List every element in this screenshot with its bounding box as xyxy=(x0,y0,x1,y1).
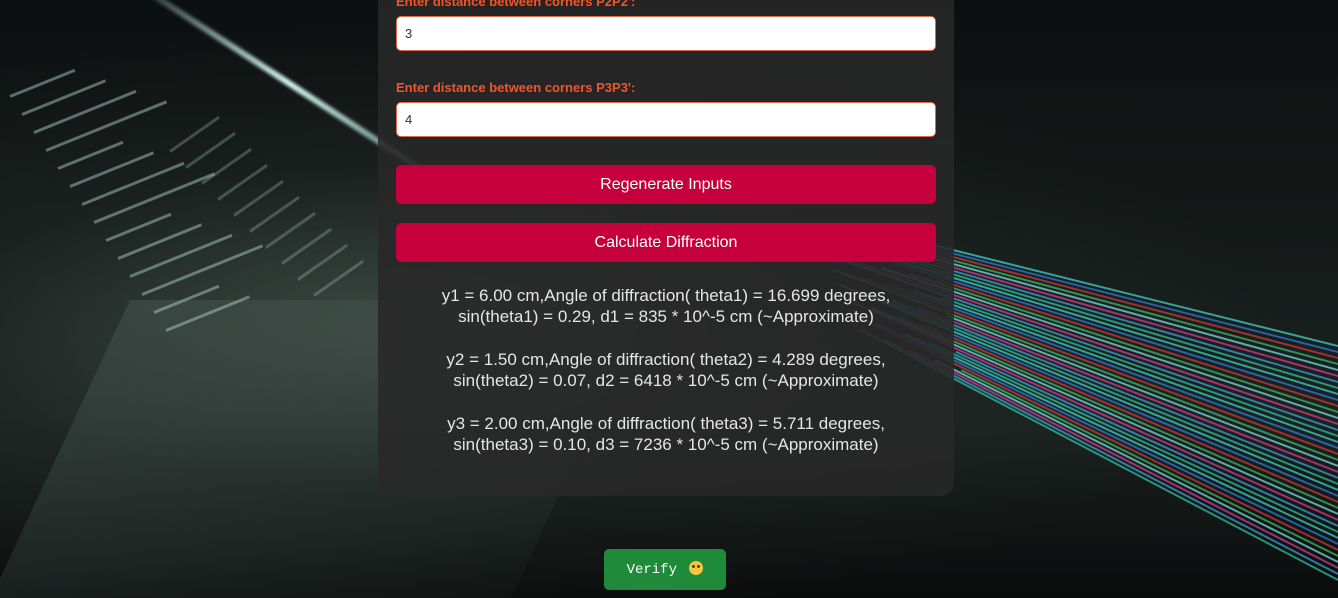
background-stripe xyxy=(141,244,264,296)
background-stripe xyxy=(93,172,216,224)
regenerate-inputs-button[interactable]: Regenerate Inputs xyxy=(396,165,936,204)
p3-distance-input[interactable] xyxy=(396,102,936,137)
result-3-line-2: sin(theta3) = 0.10, d3 = 7236 * 10^-5 cm… xyxy=(453,435,879,454)
result-block-2: y2 = 1.50 cm,Angle of diffraction( theta… xyxy=(380,349,952,391)
background-stripe xyxy=(45,100,168,152)
result-1-line-1: y1 = 6.00 cm,Angle of diffraction( theta… xyxy=(441,286,891,305)
p3-distance-label: Enter distance between corners P3P3': xyxy=(396,80,636,95)
calculate-diffraction-button[interactable]: Calculate Diffraction xyxy=(396,223,936,262)
result-1-line-2: sin(theta1) = 0.29, d1 = 835 * 10^-5 cm … xyxy=(458,307,874,326)
p2-distance-label: Enter distance between corners P2P2': xyxy=(396,0,636,9)
result-2-line-2: sin(theta2) = 0.07, d2 = 6418 * 10^-5 cm… xyxy=(453,371,879,390)
background-stripe xyxy=(57,140,124,170)
p2-distance-input[interactable] xyxy=(396,16,936,51)
background-stripe xyxy=(105,212,172,242)
background-stripe xyxy=(9,68,76,98)
background-stripe xyxy=(81,161,185,206)
result-block-1: y1 = 6.00 cm,Angle of diffraction( theta… xyxy=(380,285,952,327)
background-stripe xyxy=(129,233,233,278)
verify-button[interactable]: Verify xyxy=(604,549,726,590)
results-output: y1 = 6.00 cm,Angle of diffraction( theta… xyxy=(380,285,952,477)
result-2-line-1: y2 = 1.50 cm,Angle of diffraction( theta… xyxy=(446,350,886,369)
background-stripe xyxy=(33,89,137,134)
result-3-line-1: y3 = 2.00 cm,Angle of diffraction( theta… xyxy=(447,414,885,433)
verify-label: Verify xyxy=(626,562,677,578)
result-block-3: y3 = 2.00 cm,Angle of diffraction( theta… xyxy=(380,413,952,455)
thinking-face-icon xyxy=(689,561,704,575)
